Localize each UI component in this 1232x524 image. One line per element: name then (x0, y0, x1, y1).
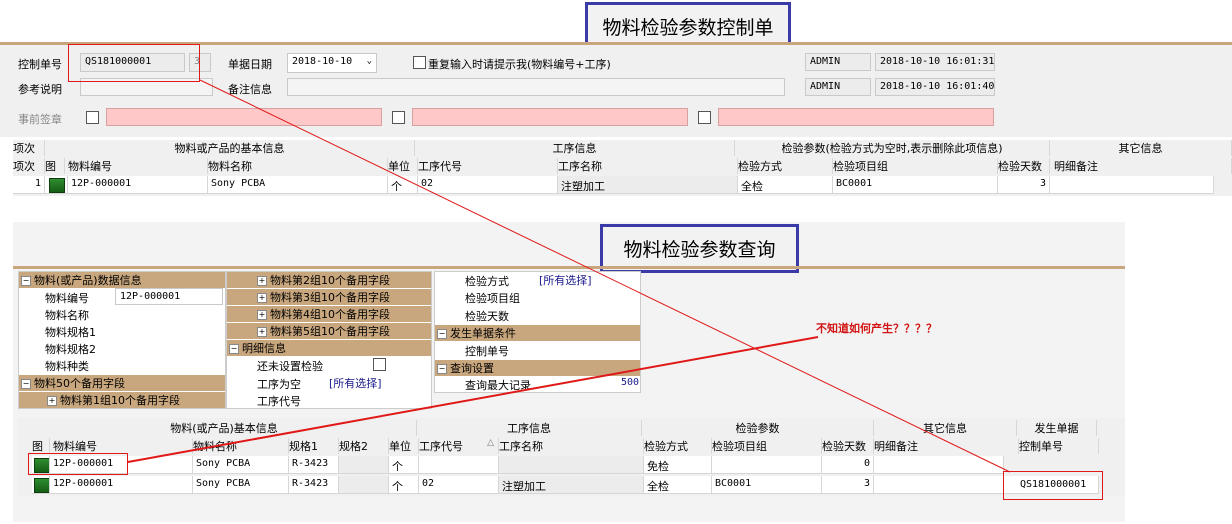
annotation-line-control (199, 79, 1011, 473)
annotation-lines (127, 79, 1011, 473)
annotation-line-note (127, 336, 819, 463)
